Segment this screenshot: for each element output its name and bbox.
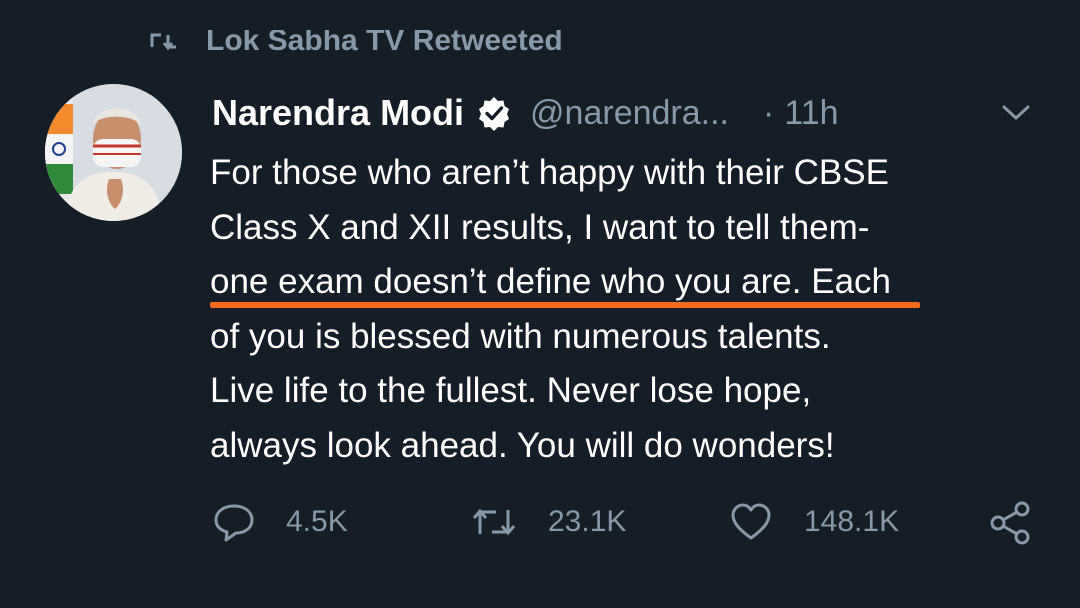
author-name[interactable]: Narendra Modi: [212, 92, 464, 134]
reply-button[interactable]: 4.5K: [212, 500, 348, 544]
tweet-line-4: of you is blessed with numerous talents.: [210, 316, 831, 356]
highlighted-phrase: one exam doesn’t define who you are.: [210, 262, 802, 301]
verified-badge-icon: [476, 95, 512, 131]
share-icon: [988, 500, 1034, 546]
meta-separator: ·: [763, 93, 775, 132]
retweet-count: 23.1K: [548, 505, 627, 538]
tweet-line-1: For those who aren’t happy with their CB…: [210, 153, 889, 192]
retweet-context[interactable]: Lok Sabha TV Retweeted: [148, 30, 708, 66]
tweet-line-6: always look ahead. You will do wonders!: [210, 425, 835, 465]
like-count: 148.1K: [804, 505, 900, 538]
tweet-line-3: one exam doesn’t define who you are. Eac…: [210, 255, 1040, 310]
reply-count: 4.5K: [286, 505, 348, 538]
heart-icon: [728, 500, 774, 544]
tweet-line-5: Live life to the fullest. Never lose hop…: [210, 371, 812, 410]
retweet-icon: [148, 30, 180, 53]
chevron-down-icon[interactable]: [1000, 102, 1032, 124]
like-button[interactable]: 148.1K: [728, 500, 899, 544]
tweet-line-2: Class X and XII results, I want to tell …: [210, 207, 870, 247]
share-button[interactable]: [988, 500, 1034, 546]
retweet-button[interactable]: 23.1K: [470, 500, 626, 544]
reply-icon: [212, 500, 256, 544]
tweet-timestamp[interactable]: 11h: [784, 94, 838, 133]
tweet-actions: 4.5K 23.1K 148.1K: [212, 500, 1042, 550]
highlight-underline: [210, 302, 920, 308]
retweet-icon: [470, 500, 518, 544]
retweet-context-label: Lok Sabha TV Retweeted: [206, 30, 563, 57]
tweet-text: For those who aren’t happy with their CB…: [210, 146, 1040, 473]
author-handle[interactable]: @narendra...: [530, 94, 729, 133]
tweet-line-3-tail: Each: [801, 262, 891, 301]
avatar[interactable]: [45, 84, 182, 221]
